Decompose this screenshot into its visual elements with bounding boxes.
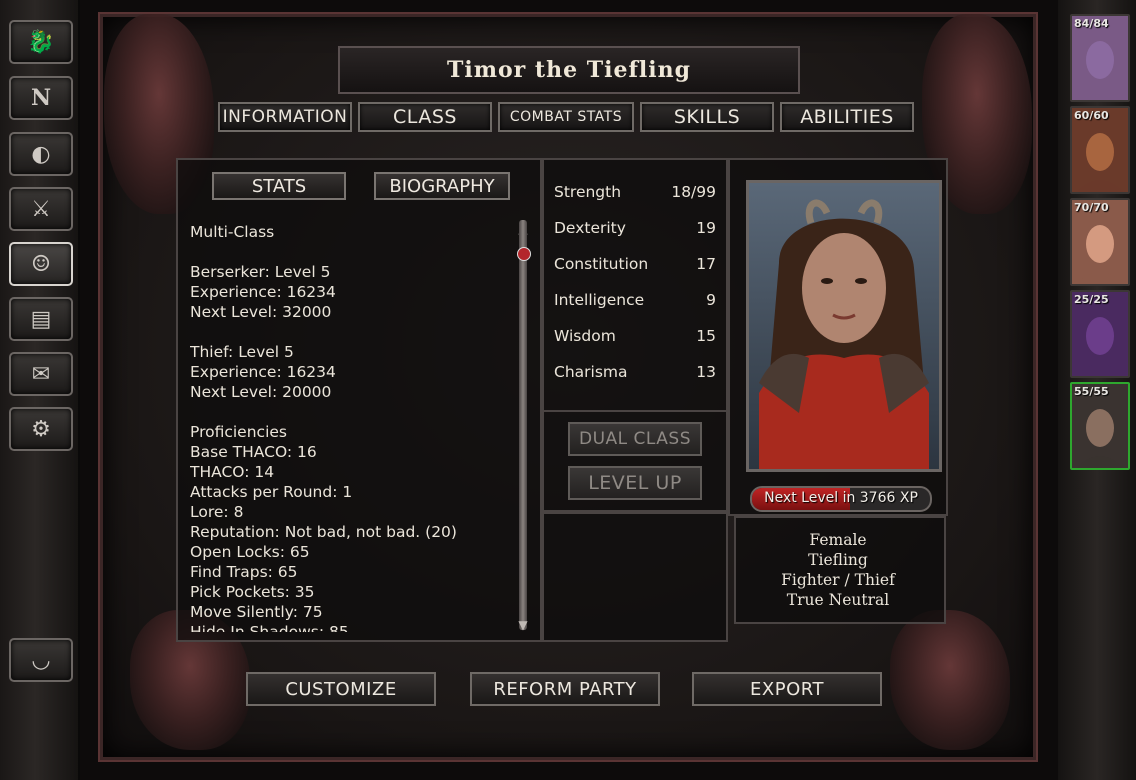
spellbook-icon[interactable]: ▤ bbox=[9, 297, 73, 341]
ability-row-wisdom[interactable]: Wisdom 15 bbox=[554, 327, 716, 349]
hide-ui-eye-icon[interactable]: ◡ bbox=[9, 638, 73, 682]
scroll-down-icon[interactable]: ▼ bbox=[515, 618, 531, 632]
info-line bbox=[190, 322, 510, 342]
character-portrait bbox=[746, 180, 942, 472]
ability-value: 15 bbox=[696, 327, 716, 345]
info-line: Hide In Shadows: 85 bbox=[190, 623, 349, 632]
ability-row-intelligence[interactable]: Intelligence 9 bbox=[554, 291, 716, 313]
hp-text: 25/25 bbox=[1074, 293, 1109, 306]
export-button[interactable]: EXPORT bbox=[692, 672, 882, 706]
info-scrollbar[interactable] bbox=[519, 220, 527, 630]
tab-abilities[interactable]: ABILITIES bbox=[780, 102, 914, 132]
level-up-button[interactable]: LEVEL UP bbox=[568, 466, 702, 500]
dual-class-button[interactable]: DUAL CLASS bbox=[568, 422, 702, 456]
tab-biography[interactable]: BIOGRAPHY bbox=[374, 172, 510, 200]
info-line: Move Silently: 75 bbox=[190, 603, 323, 621]
info-line: Find Traps: 65 bbox=[190, 563, 298, 581]
dragon-icon[interactable]: 🐉 bbox=[9, 20, 73, 64]
info-line: Next Level: 20000 bbox=[190, 383, 332, 401]
info-line: Thief: Level 5 bbox=[190, 343, 294, 361]
info-line: Base THACO: 16 bbox=[190, 443, 317, 461]
scroll-thumb[interactable] bbox=[517, 247, 531, 261]
reform-party-button[interactable]: REFORM PARTY bbox=[470, 672, 660, 706]
character-record-icon[interactable]: ☺ bbox=[9, 242, 73, 286]
hp-text: 70/70 bbox=[1074, 201, 1109, 214]
tab-class[interactable]: CLASS bbox=[358, 102, 492, 132]
info-line bbox=[190, 242, 510, 262]
ability-row-strength[interactable]: Strength 18/99 bbox=[554, 183, 716, 205]
ability-value: 13 bbox=[696, 363, 716, 381]
ability-name: Wisdom bbox=[554, 327, 616, 345]
gender-text: Female bbox=[809, 531, 867, 549]
empty-panel bbox=[542, 512, 728, 642]
ability-value: 19 bbox=[696, 219, 716, 237]
character-identity: Female Tiefling Fighter / Thief True Neu… bbox=[738, 530, 938, 620]
journal-scroll-icon[interactable]: ✉ bbox=[9, 352, 73, 396]
hp-text: 60/60 bbox=[1074, 109, 1109, 122]
ability-value: 17 bbox=[696, 255, 716, 273]
hp-text: 55/55 bbox=[1074, 385, 1109, 398]
ability-value: 9 bbox=[706, 291, 716, 309]
party-portrait-4[interactable]: 25/25 bbox=[1070, 290, 1130, 378]
info-line: Experience: 16234 bbox=[190, 283, 336, 301]
customize-button[interactable]: CUSTOMIZE bbox=[246, 672, 436, 706]
left-sidebar: 🐉 N ◐ ⚔ ☺ ▤ ✉ ⚙ ◡ bbox=[0, 0, 80, 780]
tab-combat-stats[interactable]: COMBAT STATS bbox=[498, 102, 634, 132]
hp-text: 84/84 bbox=[1074, 17, 1109, 30]
info-line bbox=[190, 402, 510, 422]
info-line: Open Locks: 65 bbox=[190, 543, 310, 561]
xp-text: Next Level in 3766 XP bbox=[764, 490, 918, 506]
tab-skills[interactable]: SKILLS bbox=[640, 102, 774, 132]
xp-progress-bar: Next Level in 3766 XP bbox=[750, 486, 932, 512]
inventory-icon[interactable]: ⚔ bbox=[9, 187, 73, 231]
alignment-text: True Neutral bbox=[786, 591, 890, 609]
ability-row-dexterity[interactable]: Dexterity 19 bbox=[554, 219, 716, 241]
ability-name: Dexterity bbox=[554, 219, 626, 237]
info-line: Next Level: 32000 bbox=[190, 303, 332, 321]
info-line: Lore: 8 bbox=[190, 503, 244, 521]
ability-name: Strength bbox=[554, 183, 622, 201]
info-line: Attacks per Round: 1 bbox=[190, 483, 353, 501]
info-line: Experience: 16234 bbox=[190, 363, 336, 381]
info-line: Multi-Class bbox=[190, 223, 275, 241]
party-portrait-5[interactable]: 55/55 bbox=[1070, 382, 1130, 470]
ability-value: 18/99 bbox=[671, 183, 716, 201]
party-portrait-1[interactable]: 84/84 bbox=[1070, 14, 1130, 102]
party-portrait-3[interactable]: 70/70 bbox=[1070, 198, 1130, 286]
party-portrait-2[interactable]: 60/60 bbox=[1070, 106, 1130, 194]
ability-row-constitution[interactable]: Constitution 17 bbox=[554, 255, 716, 277]
ability-name: Constitution bbox=[554, 255, 649, 273]
ability-name: Charisma bbox=[554, 363, 628, 381]
character-info-text: Multi-Class Berserker: Level 5 Experience:… bbox=[190, 222, 510, 632]
dragon-ornament-bottom-right bbox=[890, 610, 1010, 750]
info-line: Berserker: Level 5 bbox=[190, 263, 331, 281]
class-text: Fighter / Thief bbox=[781, 571, 895, 589]
compass-icon[interactable]: N bbox=[9, 76, 73, 120]
info-line: Proficiencies bbox=[190, 423, 287, 441]
party-portraits: 84/84 60/60 70/70 25/25 55/55 bbox=[1058, 0, 1136, 780]
mask-icon[interactable]: ◐ bbox=[9, 132, 73, 176]
tab-information[interactable]: INFORMATION bbox=[218, 102, 352, 132]
options-gear-icon[interactable]: ⚙ bbox=[9, 407, 73, 451]
info-line: THACO: 14 bbox=[190, 463, 275, 481]
info-line: Pick Pockets: 35 bbox=[190, 583, 315, 601]
race-text: Tiefling bbox=[808, 551, 868, 569]
ability-row-charisma[interactable]: Charisma 13 bbox=[554, 363, 716, 385]
tab-stats[interactable]: STATS bbox=[212, 172, 346, 200]
ability-name: Intelligence bbox=[554, 291, 645, 309]
info-line: Reputation: Not bad, not bad. (20) bbox=[190, 523, 457, 541]
character-name-title: Timor the Tiefling bbox=[338, 46, 800, 94]
